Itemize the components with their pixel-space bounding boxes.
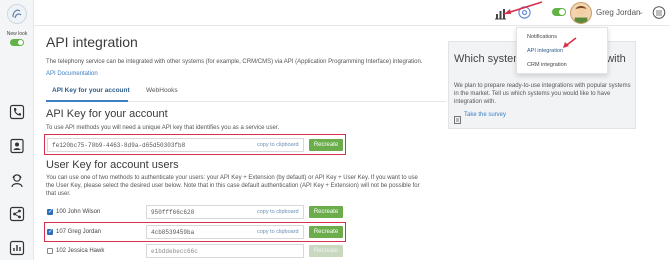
account-key-recreate-button[interactable]: Recreate [309, 139, 343, 151]
user-key-copy-link-greg-jordan[interactable]: copy to clipboard [257, 229, 299, 235]
new-look-toggle[interactable] [10, 39, 24, 46]
user-keys-note-line-3: that user. [46, 191, 71, 197]
new-look-label: New look [6, 31, 28, 37]
user-key-recreate-button-jessica-hawk: Recreate [309, 245, 343, 257]
app-logo-icon[interactable] [7, 4, 27, 24]
user-keys-note-line-2: the User Key, please select the desired … [46, 183, 420, 189]
user-keys-heading: User Key for account users [46, 159, 179, 171]
user-key-copy-link-john-wilson[interactable]: copy to clipboard [257, 209, 299, 215]
user-label-greg-jordan: 107 Greg Jordan [56, 229, 102, 235]
user-name[interactable]: Greg Jordan [596, 8, 640, 17]
phone-icon[interactable] [9, 104, 25, 120]
account-key-copy-link[interactable]: copy to clipboard [257, 142, 299, 148]
report-icon[interactable] [9, 240, 25, 256]
account-key-note: To use API methods you will need a uniqu… [46, 125, 280, 131]
menu-item-notifications[interactable]: Notifications [527, 34, 557, 40]
survey-icon [454, 111, 462, 124]
chevron-down-icon[interactable]: ⌄ [638, 8, 644, 16]
user-key-recreate-button-john-wilson[interactable]: Recreate [309, 206, 343, 218]
annotation-arrow-menu [563, 37, 577, 48]
avatar[interactable] [570, 2, 592, 24]
user-keys-note-line-1: You can use one of two methods to authen… [46, 175, 418, 181]
annotation-arrow-gear [503, 1, 543, 15]
left-rail: New look [0, 0, 34, 260]
menu-item-api-integration[interactable]: API integration [527, 48, 563, 54]
agent-icon[interactable] [9, 172, 25, 188]
api-documentation-link[interactable]: API Documentation [46, 71, 98, 77]
integration-icon[interactable] [9, 206, 25, 222]
user-key-field-jessica-hawk[interactable]: e1bddebecc66c [146, 244, 304, 258]
tab-api-key[interactable]: API Key for your account [52, 87, 130, 94]
account-key-heading: API Key for your account [46, 108, 168, 120]
apps-grid-icon[interactable] [652, 6, 666, 19]
top-bar: Greg Jordan ⌄ [34, 0, 670, 26]
take-survey-link[interactable]: Take the survey [464, 112, 506, 118]
user-key-recreate-button-greg-jordan[interactable]: Recreate [309, 226, 343, 238]
user-label-john-wilson: 100 John Wilson [56, 209, 101, 215]
user-label-jessica-hawk: 102 Jessica Hawk [56, 248, 105, 254]
page-title: API integration [46, 34, 138, 50]
tab-bar: API Key for your account WebHooks [46, 83, 446, 102]
settings-dropdown-menu: Notifications API integration CRM integr… [516, 27, 608, 74]
user-checkbox-greg-jordan[interactable] [47, 228, 53, 235]
contacts-icon[interactable] [9, 138, 25, 154]
menu-item-crm-integration[interactable]: CRM integration [527, 62, 567, 68]
page-description: The telephony service can be integrated … [46, 59, 423, 65]
active-tab-indicator [46, 100, 128, 102]
panel-text: We plan to prepare ready-to-use integrat… [454, 83, 631, 105]
user-checkbox-john-wilson[interactable] [47, 208, 53, 215]
status-toggle[interactable] [552, 8, 566, 16]
user-checkbox-jessica-hawk[interactable] [47, 248, 53, 254]
tab-webhooks[interactable]: WebHooks [146, 87, 178, 94]
